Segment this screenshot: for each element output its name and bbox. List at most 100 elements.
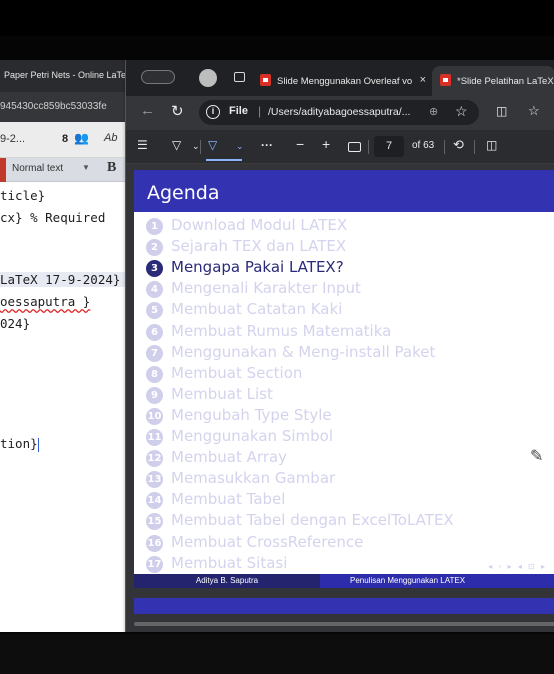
agenda-item-text: Membuat CrossReference	[171, 532, 364, 551]
highlight-icon[interactable]: ▽	[172, 138, 181, 152]
code-line: ticle}	[0, 188, 46, 203]
agenda-item: 3 Mengapa Pakai LATEX?	[146, 258, 344, 279]
editor-url[interactable]: 945430cc859bc53033fe	[0, 92, 130, 122]
profile-avatar-icon[interactable]	[199, 69, 217, 87]
agenda-item: 6 Membuat Rumus Matematika	[146, 322, 391, 343]
reading-mode-icon[interactable]: ◫	[496, 104, 507, 118]
agenda-item-text: Mengenali Karakter Input	[171, 279, 361, 298]
item-number-badge: 3	[146, 260, 163, 278]
item-number-badge: 6	[146, 323, 163, 341]
item-number-badge: 2	[146, 239, 163, 257]
horizontal-scrollbar[interactable]	[134, 622, 554, 626]
agenda-item: 9 Membuat List	[146, 385, 273, 406]
pdf-icon	[260, 74, 271, 86]
bold-button[interactable]: B	[107, 160, 116, 176]
reload-icon[interactable]: ↻	[171, 102, 184, 120]
agenda-item: 11 Menggunakan Simbol	[146, 427, 333, 448]
zoom-out-button[interactable]: −	[296, 136, 304, 152]
item-number-badge: 5	[146, 302, 163, 320]
agenda-item-text: Download Modul LATEX	[171, 216, 348, 234]
slide-title: Agenda	[134, 170, 554, 212]
toolbar-divider	[474, 140, 475, 154]
code-editor[interactable]: ticle} cx} % Required LaTeX 17-9-2024} o…	[0, 182, 130, 632]
format-bar: Normal text ▼ B	[0, 158, 130, 182]
bottom-black-bar	[0, 634, 554, 674]
page-view-icon[interactable]: ◫	[486, 138, 497, 152]
agenda-item-text: Menggunakan Simbol	[171, 427, 333, 445]
more-options-icon[interactable]: ···	[261, 138, 273, 152]
tab-slide-pelatihan[interactable]: *Slide Pelatihan LaTeX v	[432, 66, 554, 96]
favorites-icon[interactable]: ☆	[528, 103, 540, 119]
slide-page: Agenda 1 Download Modul LATEX 2 Sejarah TEX…	[134, 170, 554, 588]
agenda-item-text: Membuat Rumus Matematika	[171, 321, 392, 340]
next-slide-edge	[134, 598, 554, 614]
pencil-icon[interactable]: ✎	[530, 446, 543, 466]
item-number-badge: 16	[146, 534, 163, 552]
bookmark-star-icon[interactable]: ☆	[455, 103, 468, 120]
tab-title: Slide Menggunakan Overleaf vo	[277, 76, 413, 87]
tab-slide-overleaf[interactable]: Slide Menggunakan Overleaf vo ×	[260, 66, 432, 96]
browser-window[interactable]: Slide Menggunakan Overleaf vo × *Slide P…	[125, 60, 554, 632]
zoom-in-button[interactable]: +	[322, 136, 330, 152]
item-number-badge: 13	[146, 471, 163, 489]
page-number-input[interactable]: 7	[374, 136, 404, 157]
agenda-item: 1 Download Modul LATEX	[146, 216, 347, 237]
agenda-item-text: Sejarah TEX dan LATEX	[171, 237, 347, 256]
item-number-badge: 7	[146, 344, 163, 362]
draw-icon[interactable]: ▽	[208, 138, 217, 152]
navigation-bar: ← ↻ i File | /Users/adityabagoessaputra/…	[126, 96, 554, 130]
editor-window[interactable]: Paper Petri Nets - Online LaTeX 945430cc…	[0, 60, 130, 632]
code-text: cx} % Required	[0, 210, 113, 225]
contents-menu-icon[interactable]: ☰	[137, 138, 148, 152]
agenda-item-text: Menggunakan & Meng-install Paket	[171, 342, 436, 361]
rotate-icon[interactable]: ⟲	[453, 137, 464, 153]
item-number-badge: 12	[146, 450, 163, 468]
chevron-down-icon[interactable]: ⌄	[192, 141, 200, 152]
item-number-badge: 8	[146, 365, 163, 383]
agenda-item: 4 Mengenali Karakter Input	[146, 279, 361, 300]
text-style-select[interactable]: Normal text	[12, 163, 63, 174]
people-icon[interactable]: 👥	[74, 131, 89, 145]
agenda-item: 15 Membuat Tabel dengan ExcelToLATEX	[146, 511, 454, 532]
item-number-badge: 14	[146, 492, 163, 510]
agenda-item: 7 Menggunakan & Meng-install Paket	[146, 343, 435, 364]
address-bar[interactable]: i File | /Users/adityabagoessaputra/... …	[199, 100, 479, 125]
tab-title: *Slide Pelatihan LaTeX v	[457, 76, 554, 87]
agenda-item-text: Mengubah Type Style	[171, 405, 332, 424]
info-icon[interactable]: i	[206, 105, 220, 119]
chevron-down-icon[interactable]: ▼	[82, 163, 90, 172]
page-total: of 63	[412, 140, 435, 151]
agenda-item-text: Memasukkan Gambar	[171, 469, 336, 488]
spellcheck-button[interactable]: Ab	[104, 132, 117, 144]
pdf-viewer[interactable]: Agenda 1 Download Modul LATEX 2 Sejarah TEX…	[126, 164, 554, 632]
format-bar-accent	[0, 158, 6, 182]
agenda-item-text: Membuat List	[171, 384, 273, 403]
toolbar-divider	[368, 140, 369, 154]
agenda-item: 5 Membuat Catatan Kaki	[146, 300, 342, 321]
pdf-icon	[440, 74, 451, 86]
item-number-badge: 10	[146, 407, 163, 425]
item-number-badge: 4	[146, 281, 163, 299]
close-icon[interactable]: ×	[420, 74, 426, 86]
url-scheme: File	[229, 105, 248, 117]
screen: Paper Petri Nets - Online LaTeX 945430cc…	[0, 0, 554, 674]
beamer-nav-symbols[interactable]: ◂ ▫ ▸ ◂ ⊡ ▸	[488, 562, 547, 571]
url-path[interactable]: /Users/adityabagoessaputra/...	[268, 106, 410, 118]
code-line-cursor: tion}	[0, 436, 39, 452]
item-number-badge: 15	[146, 513, 163, 531]
agenda-item: 13 Memasukkan Gambar	[146, 469, 335, 490]
tab-overview-icon[interactable]	[234, 72, 245, 82]
collaborator-count: 8	[62, 133, 69, 145]
zoom-icon[interactable]: ⊕	[429, 105, 438, 118]
window-controls-pill[interactable]	[141, 70, 175, 84]
agenda-item: 8 Membuat Section	[146, 364, 302, 385]
agenda-item: 17 Membuat Sitasi	[146, 554, 287, 575]
fit-page-icon[interactable]	[348, 142, 361, 152]
agenda-item-text: Membuat Tabel	[171, 490, 286, 509]
toolbar-divider	[200, 140, 201, 154]
footer-title: Penulisan Menggunakan LATEX	[320, 574, 554, 588]
back-arrow-icon[interactable]: ←	[140, 102, 155, 119]
chevron-down-icon[interactable]: ⌄	[236, 141, 244, 152]
pdf-toolbar: ☰ ▽ ⌄ ▽ ⌄ ··· − + 7 of 63 ⟲ ◫	[126, 130, 554, 164]
editor-tab[interactable]: Paper Petri Nets - Online LaTeX	[0, 60, 130, 92]
